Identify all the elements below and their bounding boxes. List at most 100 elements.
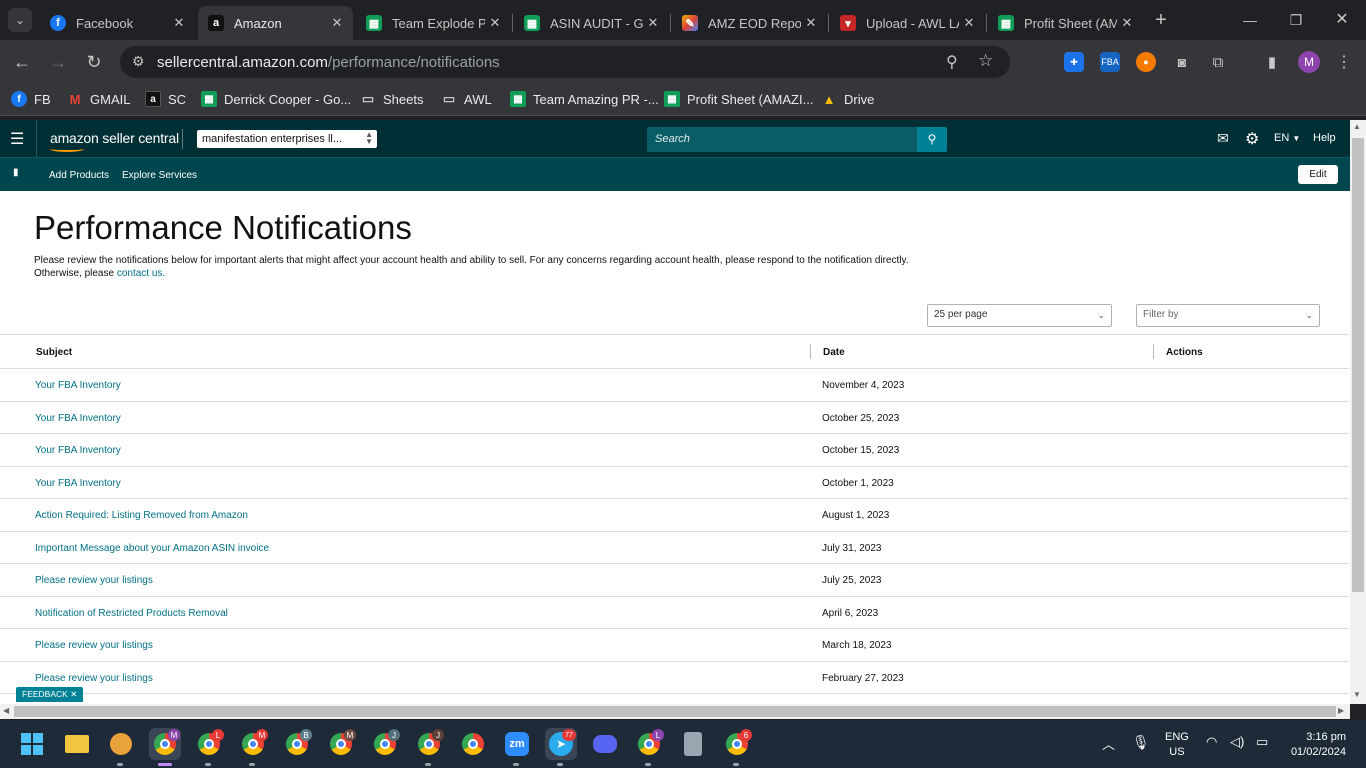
tab-amazon[interactable]: a Amazon ✕ [198, 6, 353, 40]
horizontal-scroll-thumb[interactable] [14, 706, 1336, 717]
extensions-puzzle-icon[interactable]: ⧉ [1208, 52, 1228, 72]
zoom-app-icon[interactable]: zm [501, 728, 533, 766]
chrome-profile-6-icon[interactable]: 6 [721, 728, 753, 766]
edit-button[interactable]: Edit [1298, 165, 1338, 184]
nav-explore-services[interactable]: Explore Services [122, 170, 197, 181]
bookmark-sc[interactable]: a SC [145, 91, 186, 107]
chrome-profile-l2-icon[interactable]: L [633, 728, 665, 766]
notification-subject-link[interactable]: Action Required: Listing Removed from Am… [35, 510, 248, 521]
restore-icon[interactable]: ❐ [1284, 8, 1308, 32]
notification-subject-link[interactable]: Your FBA Inventory [35, 413, 121, 424]
chrome-profile-m3-icon[interactable]: M [325, 728, 357, 760]
bookmark-awl-folder[interactable]: ▭ AWL [441, 91, 492, 107]
bookmark-derrick[interactable]: ▦ Derrick Cooper - Go... [201, 91, 351, 107]
close-icon[interactable]: ✕ [801, 15, 821, 31]
search-button[interactable]: ⚲ [917, 127, 947, 152]
search-input[interactable]: Search [647, 127, 918, 152]
tab-amz-eod[interactable]: ✎ AMZ EOD Repor ✕ [672, 6, 827, 40]
scroll-left-icon[interactable]: ◀ [3, 706, 9, 715]
address-bar[interactable]: ⚙ sellercentral.amazon.com/performance/n… [120, 46, 1010, 78]
extension-icon[interactable]: ● [1136, 52, 1156, 72]
chrome-profile-l-icon[interactable]: L [193, 728, 225, 766]
filter-select[interactable]: Filter by ⌄ [1136, 304, 1320, 327]
notification-subject-link[interactable]: Important Message about your Amazon ASIN… [35, 543, 269, 554]
language-indicator[interactable]: ENG US [1165, 730, 1189, 760]
tab-search-icon[interactable]: ⌄ [8, 8, 32, 32]
hamburger-menu-icon[interactable]: ☰ [10, 129, 24, 149]
notification-subject-link[interactable]: Your FBA Inventory [35, 478, 121, 489]
chevron-up-icon[interactable]: ︿ [1102, 734, 1115, 753]
microphone-icon[interactable]: 🎙 [1132, 734, 1150, 751]
forward-icon[interactable]: → [46, 50, 70, 74]
tab-asin-audit[interactable]: ▦ ASIN AUDIT - Go ✕ [514, 6, 669, 40]
chrome-profile-j-icon[interactable]: J [369, 728, 401, 760]
discord-icon[interactable] [589, 728, 621, 760]
vertical-scroll-thumb[interactable] [1352, 138, 1364, 592]
close-icon[interactable]: ✕ [643, 15, 663, 31]
bookmark-fb[interactable]: f FB [11, 91, 51, 107]
settings-gear-icon[interactable]: ⚙ [1245, 129, 1259, 149]
bookmark-sheets-folder[interactable]: ▭ Sheets [360, 91, 424, 107]
reload-icon[interactable]: ↻ [82, 50, 106, 74]
chrome-icon[interactable] [457, 728, 489, 760]
bookmark-icon[interactable]: ▮ [13, 167, 19, 178]
bookmark-drive[interactable]: ▲ Drive [821, 91, 875, 107]
feedback-tab[interactable]: FEEDBACK ✕ [16, 687, 84, 702]
column-header-subject[interactable]: Subject [36, 347, 72, 358]
minimize-icon[interactable]: — [1238, 8, 1262, 32]
wifi-icon[interactable]: ◠ [1206, 734, 1217, 750]
bookmark-gmail[interactable]: M GMAIL [67, 91, 131, 107]
tab-profit-sheet[interactable]: ▦ Profit Sheet (AM ✕ [988, 6, 1143, 40]
file-explorer-icon[interactable] [61, 728, 93, 760]
camera-icon[interactable]: ◙ [1172, 52, 1192, 72]
zoom-icon[interactable]: ⚲ [946, 52, 958, 72]
fba-extension-icon[interactable]: FBA [1100, 52, 1120, 72]
close-icon[interactable]: ✕ [169, 15, 189, 31]
battery-icon[interactable]: ▭ [1256, 734, 1268, 750]
profile-avatar[interactable]: M [1298, 51, 1320, 73]
side-panel-icon[interactable]: ▮ [1262, 52, 1282, 72]
notification-subject-link[interactable]: Please review your listings [35, 640, 153, 651]
close-icon[interactable]: ✕ [327, 15, 347, 31]
nav-add-products[interactable]: Add Products [49, 170, 109, 181]
column-header-date[interactable]: Date [823, 347, 845, 358]
bookmark-team-amazing[interactable]: ▦ Team Amazing PR -... [510, 91, 659, 107]
chrome-profile-m-icon[interactable]: M [149, 728, 181, 766]
volume-icon[interactable]: ◁) [1230, 734, 1244, 750]
close-icon[interactable]: ✕ [959, 15, 979, 31]
contact-us-link[interactable]: contact us. [117, 268, 165, 279]
close-icon[interactable]: ✕ [485, 15, 505, 31]
telegram-icon[interactable]: ➤ 77 [545, 728, 577, 766]
mail-icon[interactable]: ✉ [1217, 130, 1229, 147]
menu-kebab-icon[interactable]: ⋮ [1334, 52, 1354, 72]
account-selector[interactable]: manifestation enterprises ll... ▲ ▼ [197, 130, 377, 148]
tab-team-explode[interactable]: ▦ Team Explode PI ✕ [356, 6, 511, 40]
app-icon[interactable] [105, 728, 137, 766]
chrome-profile-j2-icon[interactable]: J [413, 728, 445, 766]
close-icon[interactable]: ✕ [70, 689, 77, 699]
site-info-icon[interactable]: ⚙ [132, 53, 145, 70]
bookmark-star-icon[interactable]: ☆ [978, 51, 993, 71]
tab-upload-awl[interactable]: ▾ Upload - AWL LA ✕ [830, 6, 985, 40]
language-selector[interactable]: EN ▼ [1274, 132, 1300, 144]
notification-subject-link[interactable]: Notification of Restricted Products Remo… [35, 608, 228, 619]
back-icon[interactable]: ← [10, 50, 34, 74]
notification-subject-link[interactable]: Your FBA Inventory [35, 380, 121, 391]
notification-subject-link[interactable]: Your FBA Inventory [35, 445, 121, 456]
tab-facebook[interactable]: f Facebook ✕ [40, 6, 195, 40]
clock[interactable]: 3:16 pm 01/02/2024 [1288, 730, 1346, 760]
per-page-select[interactable]: 25 per page ⌄ [927, 304, 1112, 327]
close-icon[interactable]: ✕ [1117, 15, 1137, 31]
bookmark-profit-sheet[interactable]: ▦ Profit Sheet (AMAZI... [664, 91, 813, 107]
calculator-icon[interactable] [677, 728, 709, 760]
scroll-up-icon[interactable]: ▲ [1353, 122, 1361, 131]
notification-subject-link[interactable]: Please review your listings [35, 673, 153, 684]
windows-start-icon[interactable] [16, 728, 48, 760]
help-link[interactable]: Help [1313, 132, 1336, 144]
notification-subject-link[interactable]: Please review your listings [35, 575, 153, 586]
new-tab-icon[interactable]: + [1149, 8, 1173, 32]
chrome-profile-b-icon[interactable]: B [281, 728, 313, 760]
seller-central-logo[interactable]: amazon seller central [50, 130, 179, 146]
window-close-icon[interactable]: ✕ [1330, 8, 1354, 32]
chrome-profile-m2-icon[interactable]: M [237, 728, 269, 766]
